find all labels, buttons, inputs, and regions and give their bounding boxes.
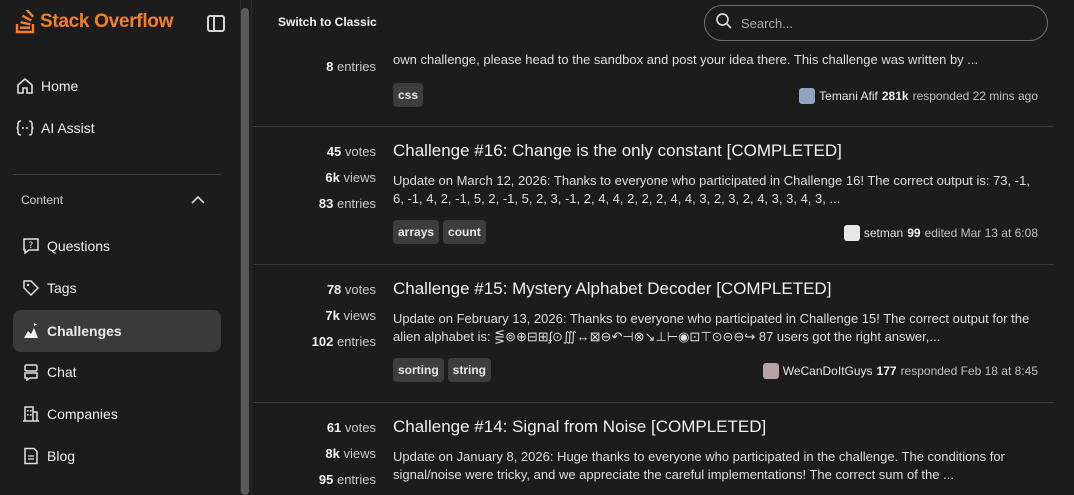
- sidebar-item-label: Companies: [47, 406, 118, 422]
- activity-text: responded 22 mins ago: [912, 89, 1038, 103]
- sidebar-item-label: Blog: [47, 448, 76, 464]
- question-stats: 61 votes 8k views 95 entries: [253, 415, 376, 493]
- sidebar-collapse-icon[interactable]: [207, 15, 225, 32]
- avatar[interactable]: [843, 225, 860, 241]
- sidebar-item-questions[interactable]: ? Questions: [13, 225, 221, 267]
- tag-sorting[interactable]: sorting: [393, 358, 444, 382]
- sidebar-item-home[interactable]: Home: [13, 65, 221, 107]
- sidebar: Stack Overflow Home AI Assist Content ? …: [0, 0, 240, 495]
- user-link[interactable]: setman: [864, 226, 903, 240]
- chat-icon: [22, 363, 40, 381]
- question-stats: 8 entries: [253, 54, 376, 80]
- challenges-icon: [22, 322, 40, 340]
- companies-icon: [22, 405, 40, 423]
- user-reputation: 99: [907, 226, 921, 240]
- question-meta: Temani Afif 281k responded 22 mins ago: [799, 88, 1038, 104]
- tag-list: sorting string: [393, 358, 492, 382]
- question-summary: 61 votes 8k views 95 entries Challenge #…: [253, 403, 1054, 495]
- user-link[interactable]: WeCanDoItGuys: [783, 364, 873, 378]
- ai-assist-icon: [16, 119, 34, 137]
- sidebar-item-label: Challenges: [47, 323, 122, 339]
- tag-css[interactable]: css: [393, 83, 424, 107]
- question-summary: 8 entries own challenge, please head to …: [253, 0, 1054, 127]
- sidebar-item-ai-assist[interactable]: AI Assist: [13, 107, 221, 149]
- blog-icon: [22, 447, 40, 465]
- user-link[interactable]: Temani Afif: [819, 89, 878, 103]
- user-reputation: 281k: [881, 89, 909, 103]
- view-count: 6k views: [325, 170, 376, 185]
- vote-count: 45 votes: [326, 144, 376, 159]
- question-title-link[interactable]: Challenge #16: Change is the only consta…: [393, 141, 842, 161]
- chevron-up-icon[interactable]: [190, 193, 206, 212]
- sidebar-item-challenges[interactable]: Challenges: [13, 310, 221, 352]
- question-summary: 45 votes 6k views 83 entries Challenge #…: [253, 127, 1054, 265]
- stack-overflow-logo[interactable]: Stack Overflow: [15, 10, 173, 34]
- sidebar-item-label: Questions: [47, 238, 111, 254]
- sidebar-item-label: Home: [41, 78, 79, 94]
- sidebar-item-chat[interactable]: Chat: [13, 351, 221, 393]
- sidebar-item-label: AI Assist: [41, 120, 95, 136]
- question-summary: 78 votes 7k views 102 entries Challenge …: [253, 265, 1054, 403]
- avatar[interactable]: [762, 363, 779, 379]
- activity-text: edited Mar 13 at 6:08: [924, 226, 1038, 240]
- question-stats: 45 votes 6k views 83 entries: [253, 139, 376, 217]
- tag-list: css: [393, 83, 424, 107]
- tag-icon: [22, 279, 40, 297]
- sidebar-item-blog[interactable]: Blog: [13, 435, 221, 477]
- question-title-link[interactable]: Challenge #15: Mystery Alphabet Decoder …: [393, 279, 831, 299]
- tag-arrays[interactable]: arrays: [393, 220, 440, 244]
- entries-count: 8 entries: [326, 59, 376, 74]
- question-excerpt: Update on February 13, 2026: Thanks to e…: [393, 311, 1030, 344]
- sidebar-item-companies[interactable]: Companies: [13, 393, 221, 435]
- content-section-title: Content: [21, 193, 64, 207]
- questions-icon: ?: [22, 237, 40, 255]
- tag-list: arrays count: [393, 220, 486, 244]
- question-stats: 78 votes 7k views 102 entries: [253, 277, 376, 355]
- sidebar-item-label: Chat: [47, 364, 77, 380]
- svg-text:?: ?: [29, 241, 34, 251]
- vote-count: 78 votes: [326, 282, 376, 297]
- activity-text: responded Feb 18 at 8:45: [900, 364, 1038, 378]
- question-excerpt: Update on January 8, 2026: Huge thanks t…: [393, 449, 1005, 482]
- entries-count: 102 entries: [311, 334, 376, 349]
- question-meta: WeCanDoItGuys 177 responded Feb 18 at 8:…: [762, 363, 1038, 379]
- sidebar-divider: [13, 174, 221, 175]
- user-reputation: 177: [876, 364, 897, 378]
- view-count: 8k views: [325, 446, 376, 461]
- avatar[interactable]: [799, 88, 816, 104]
- sidebar-scrollbar-thumb[interactable]: [241, 8, 249, 495]
- sidebar-item-label: Tags: [47, 280, 77, 296]
- tag-count[interactable]: count: [443, 220, 486, 244]
- view-count: 7k views: [325, 308, 376, 323]
- question-meta: setman 99 edited Mar 13 at 6:08: [843, 225, 1038, 241]
- stack-overflow-logo-icon: [15, 10, 35, 34]
- entries-count: 83 entries: [318, 196, 376, 211]
- home-icon: [16, 77, 34, 95]
- sidebar-item-tags[interactable]: Tags: [13, 267, 221, 309]
- vote-count: 61 votes: [326, 420, 376, 435]
- question-excerpt: Update on March 12, 2026: Thanks to ever…: [393, 173, 1030, 206]
- question-excerpt: own challenge, please head to the sandbo…: [393, 52, 979, 67]
- tag-string[interactable]: string: [447, 358, 492, 382]
- entries-count: 95 entries: [318, 472, 376, 487]
- question-title-link[interactable]: Challenge #14: Signal from Noise [COMPLE…: [393, 417, 766, 437]
- logo-text: Stack Overflow: [40, 11, 174, 32]
